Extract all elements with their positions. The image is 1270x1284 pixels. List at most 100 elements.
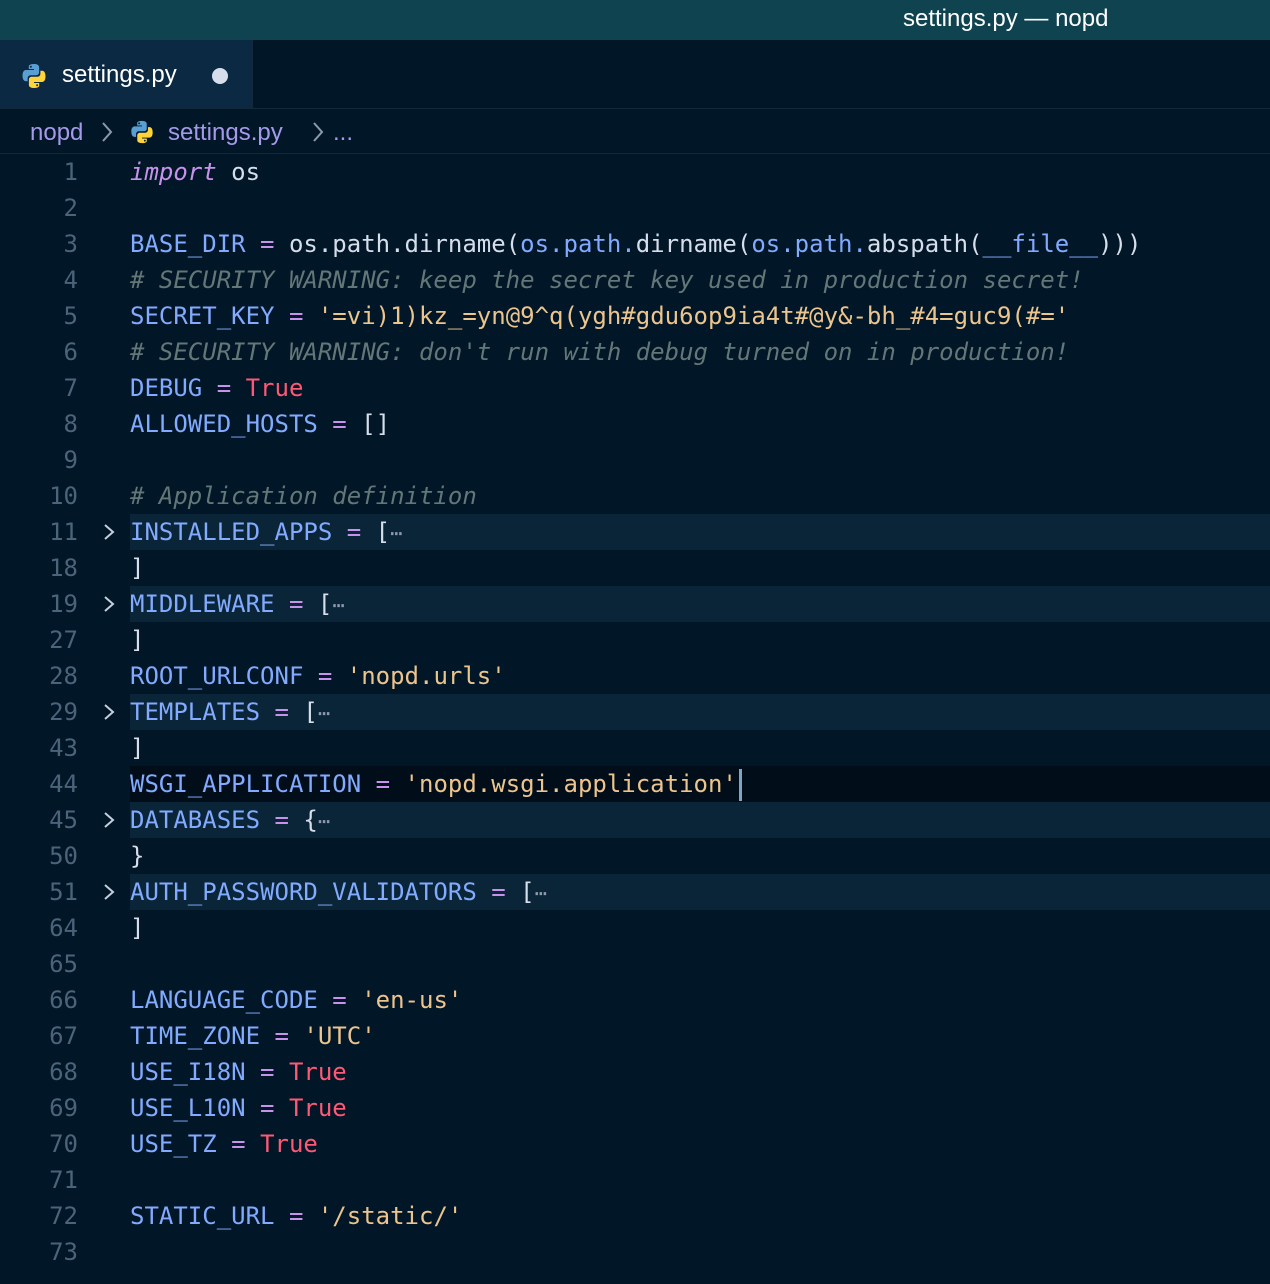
code-line[interactable]: 73: [0, 1234, 1270, 1270]
code-line[interactable]: 68 USE_I18N = True: [0, 1054, 1270, 1090]
code-token: =: [202, 374, 246, 402]
code-token: ]: [130, 734, 145, 762]
code-line[interactable]: 8 ALLOWED_HOSTS = []: [0, 406, 1270, 442]
line-number: 19: [49, 590, 78, 618]
folded-ellipsis-icon[interactable]: ⋯: [332, 593, 344, 617]
code-line[interactable]: 11 INSTALLED_APPS = [⋯: [0, 514, 1270, 550]
code-token: 'nopd.wsgi.application': [404, 770, 737, 798]
code-line[interactable]: 64]: [0, 910, 1270, 946]
code-line[interactable]: 18]: [0, 550, 1270, 586]
fold-chevron-right-icon[interactable]: [100, 703, 118, 721]
folded-ellipsis-icon[interactable]: ⋯: [535, 881, 547, 905]
code-line[interactable]: 72 STATIC_URL = '/static/': [0, 1198, 1270, 1234]
code-token: {: [303, 806, 318, 834]
breadcrumb-file[interactable]: settings.py: [168, 109, 283, 157]
unsaved-indicator-icon[interactable]: [212, 68, 228, 84]
code-token: MIDDLEWARE: [130, 590, 275, 618]
code-token: True: [288, 1094, 347, 1122]
code-line[interactable]: 2: [0, 190, 1270, 226]
code-token: os: [216, 158, 261, 186]
line-number: 50: [49, 842, 78, 870]
code-line[interactable]: 66 LANGUAGE_CODE = 'en-us': [0, 982, 1270, 1018]
code-token: WSGI_APPLICATION: [130, 770, 362, 798]
code-text: # Application definition: [130, 478, 477, 514]
folded-ellipsis-icon[interactable]: ⋯: [318, 809, 330, 833]
code-line[interactable]: 70 USE_TZ = True: [0, 1126, 1270, 1162]
title-bar: settings.py — nopd: [0, 0, 1270, 40]
tab-settings-py[interactable]: settings.py: [0, 40, 253, 108]
line-number: 8: [63, 410, 78, 438]
folded-ellipsis-icon[interactable]: ⋯: [390, 521, 402, 545]
code-token: INSTALLED_APPS: [130, 518, 333, 546]
code-token: TEMPLATES: [130, 698, 261, 726]
line-number: 45: [49, 806, 78, 834]
code-line[interactable]: 43]: [0, 730, 1270, 766]
code-line[interactable]: 67 TIME_ZONE = 'UTC': [0, 1018, 1270, 1054]
fold-chevron-right-icon[interactable]: [100, 811, 118, 829]
line-number: 65: [49, 950, 78, 978]
code-line[interactable]: 28 ROOT_URLCONF = 'nopd.urls': [0, 658, 1270, 694]
breadcrumb-more[interactable]: ...: [333, 109, 353, 157]
code-token: os.path.dirname(: [288, 230, 521, 258]
code-editor[interactable]: 1 import os 2 3 BASE_DIR = os.path.dirname(o…: [0, 154, 1270, 1284]
code-line[interactable]: 4 # SECURITY WARNING: keep the secret key…: [0, 262, 1270, 298]
fold-chevron-right-icon[interactable]: [100, 883, 118, 901]
code-text: USE_L10N = True: [130, 1090, 347, 1126]
code-line[interactable]: 1 import os: [0, 154, 1270, 190]
line-number: 44: [49, 770, 78, 798]
line-number: 72: [49, 1202, 78, 1230]
code-line[interactable]: 69 USE_L10N = True: [0, 1090, 1270, 1126]
code-token: ]: [130, 554, 145, 582]
code-line[interactable]: 50}: [0, 838, 1270, 874]
code-token: BASE_DIR: [130, 230, 246, 258]
line-number: 29: [49, 698, 78, 726]
code-line[interactable]: 19 MIDDLEWARE = [⋯: [0, 586, 1270, 622]
line-number: 5: [63, 302, 78, 330]
code-line[interactable]: 44 WSGI_APPLICATION = 'nopd.wsgi.applicat…: [0, 766, 1270, 802]
code-text: BASE_DIR = os.path.dirname(os.path.dirna…: [130, 226, 1141, 262]
code-line[interactable]: 5 SECRET_KEY = '=vi)1)kz_=yn@9^q(ygh#gdu6…: [0, 298, 1270, 334]
code-token: =: [274, 302, 318, 330]
code-line[interactable]: 6 # SECURITY WARNING: don't run with debu…: [0, 334, 1270, 370]
code-text: MIDDLEWARE = [⋯: [130, 586, 344, 623]
code-text: INSTALLED_APPS = [⋯: [130, 514, 402, 551]
code-text: USE_TZ = True: [130, 1126, 318, 1162]
code-token: []: [361, 410, 391, 438]
code-line[interactable]: 29 TEMPLATES = [⋯: [0, 694, 1270, 730]
code-token: ALLOWED_HOSTS: [130, 410, 318, 438]
code-token: DEBUG: [130, 374, 203, 402]
code-line[interactable]: 3 BASE_DIR = os.path.dirname(os.path.dirn…: [0, 226, 1270, 262]
code-token: [: [375, 518, 391, 546]
code-line[interactable]: 45 DATABASES = {⋯: [0, 802, 1270, 838]
python-icon: [129, 119, 155, 152]
code-token: }: [130, 842, 145, 870]
code-token: =: [245, 230, 289, 258]
code-line[interactable]: 10 # Application definition: [0, 478, 1270, 514]
code-text: }: [130, 838, 144, 874]
code-token: # SECURITY WARNING: don't run with debug…: [130, 338, 1070, 366]
code-token: SECRET_KEY: [130, 302, 275, 330]
code-token: USE_TZ: [130, 1130, 217, 1158]
code-line[interactable]: 65: [0, 946, 1270, 982]
fold-chevron-right-icon[interactable]: [100, 595, 118, 613]
code-token: USE_L10N: [130, 1094, 246, 1122]
code-text: USE_I18N = True: [130, 1054, 347, 1090]
code-line[interactable]: 7 DEBUG = True: [0, 370, 1270, 406]
code-token: STATIC_URL: [130, 1202, 275, 1230]
line-number: 10: [49, 482, 78, 510]
code-token: os.path.: [520, 230, 636, 258]
code-token: ]: [130, 626, 145, 654]
fold-chevron-right-icon[interactable]: [100, 523, 118, 541]
code-line[interactable]: 51 AUTH_PASSWORD_VALIDATORS = [⋯: [0, 874, 1270, 910]
line-number: 4: [63, 266, 78, 294]
code-token: =: [317, 986, 362, 1014]
code-text: WSGI_APPLICATION = 'nopd.wsgi.applicatio…: [130, 766, 742, 802]
code-line[interactable]: 27]: [0, 622, 1270, 658]
code-line[interactable]: 71: [0, 1162, 1270, 1198]
breadcrumb-folder[interactable]: nopd: [30, 109, 83, 157]
code-token: True: [288, 1058, 347, 1086]
line-number: 64: [49, 914, 78, 942]
code-token: =: [476, 878, 521, 906]
folded-ellipsis-icon[interactable]: ⋯: [318, 701, 330, 725]
code-line[interactable]: 9: [0, 442, 1270, 478]
